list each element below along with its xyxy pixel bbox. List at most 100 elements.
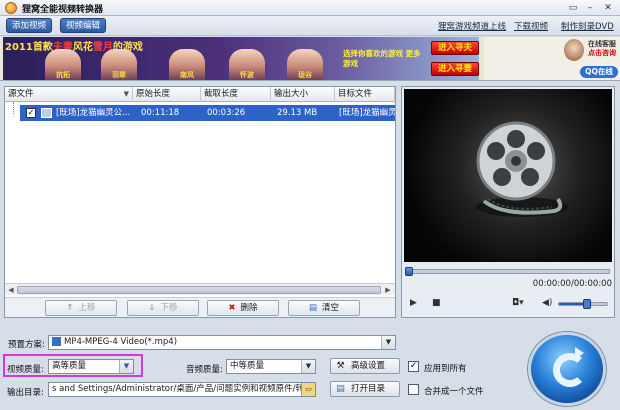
camera-snapshot-icon[interactable]: ◘▾: [512, 298, 524, 308]
column-output-size[interactable]: 输出大小: [271, 87, 335, 102]
output-dir-value: s and Settings/Administrator/桌面/产品/问题实例和…: [52, 384, 313, 394]
output-dir-label: 输出目录:: [7, 388, 44, 398]
game-ad[interactable]: 2011首款夫妻风花雪月的游戏 抗拓 羽翠 南风 怀波 珑谷 选择你喜欢的游戏 …: [3, 37, 479, 80]
file-list-panel: 源文件 ▼ 原始长度 截取长度 输出大小 目标文件 ✓ [既场]龙猫幽灵公... …: [4, 86, 396, 318]
open-folder-icon: ▤: [336, 384, 345, 394]
advanced-settings-label: 高级设置: [351, 361, 386, 371]
arrow-up-icon: ↑: [66, 303, 74, 313]
tools-icon: ⚒: [336, 361, 345, 371]
edit-video-button[interactable]: 视频编辑: [60, 18, 107, 33]
volume-handle[interactable]: [582, 299, 591, 309]
chevron-down-icon[interactable]: ▼: [381, 336, 395, 349]
video-file-icon: [41, 108, 52, 118]
scroll-left-icon[interactable]: ◀: [6, 285, 16, 295]
advanced-settings-button[interactable]: ⚒ 高级设置: [330, 358, 400, 374]
cell-original-length: 00:11:18: [141, 108, 180, 118]
column-cut-length[interactable]: 截取长度: [201, 87, 271, 102]
sort-arrow-icon: ▼: [123, 90, 129, 98]
delete-label: 删除: [240, 303, 258, 313]
volume-slider[interactable]: [558, 299, 608, 309]
video-quality-value: 高等质量: [52, 361, 87, 371]
table-row[interactable]: ✓ [既场]龙猫幽灵公... 00:11:18 00:03:26 29.13 M…: [20, 105, 395, 121]
close-button[interactable]: ✕: [601, 2, 615, 14]
character-portrait[interactable]: 怀波: [229, 49, 265, 80]
video-format-icon: [52, 337, 61, 346]
chevron-down-icon[interactable]: ▼: [301, 360, 315, 373]
apply-all-label: 应用到所有: [424, 364, 467, 374]
video-quality-label: 视频质量:: [7, 365, 44, 375]
seek-handle[interactable]: [405, 267, 413, 276]
audio-quality-select[interactable]: 中等质量 ▼: [226, 359, 316, 374]
list-button-bar: ↑ 上移 ↓ 下移 ✖ 删除 ▤ 清空: [5, 297, 395, 317]
film-reel-icon: [476, 121, 568, 217]
delete-button[interactable]: ✖ 删除: [207, 300, 279, 316]
move-down-button[interactable]: ↓ 下移: [127, 300, 199, 316]
app-window: 狸窝全能视频转换器 ▭ – ✕ 添加视频 视频编辑 狸窝游戏频道上线 下载视频 …: [0, 0, 620, 410]
folder-icon[interactable]: ▭: [301, 383, 315, 396]
character-portrait[interactable]: 南风: [169, 49, 205, 80]
cell-target: [既场]龙猫幽灵: [339, 108, 395, 118]
clear-button[interactable]: ▤ 清空: [288, 300, 360, 316]
ad-banner: 2011首款夫妻风花雪月的游戏 抗拓 羽翠 南风 怀波 珑谷 选择你喜欢的游戏 …: [0, 37, 620, 81]
move-down-label: 下移: [160, 303, 178, 313]
online-support-panel[interactable]: 在线客服 点击咨询 QQ在线: [484, 37, 620, 80]
audio-quality-label: 音频质量:: [186, 365, 223, 375]
clear-label: 清空: [322, 303, 340, 313]
title-bar: 狸窝全能视频转换器 ▭ – ✕: [0, 0, 620, 16]
chevron-down-icon[interactable]: ▼: [119, 360, 133, 373]
window-title: 狸窝全能视频转换器: [22, 5, 104, 15]
enter-find-wife-button[interactable]: 进入寻妻: [431, 62, 479, 76]
character-name: 怀波: [240, 71, 254, 79]
delete-x-icon: ✖: [228, 303, 236, 313]
output-dir-field[interactable]: s and Settings/Administrator/桌面/产品/问题实例和…: [48, 382, 316, 397]
move-up-label: 上移: [78, 303, 96, 313]
qq-online-button[interactable]: QQ在线: [580, 66, 618, 78]
minimize-button[interactable]: –: [583, 2, 597, 14]
cell-output-size: 29.13 MB: [277, 108, 318, 118]
seek-bar[interactable]: [405, 267, 610, 276]
support-consult[interactable]: 点击咨询: [584, 49, 620, 58]
move-up-button[interactable]: ↑ 上移: [45, 300, 117, 316]
character-portrait[interactable]: 珑谷: [287, 49, 323, 80]
scroll-right-icon[interactable]: ▶: [383, 285, 393, 295]
stop-icon[interactable]: ■: [432, 298, 441, 308]
column-original-length[interactable]: 原始长度: [133, 87, 201, 102]
time-display: 00:00:00/00:00:00: [532, 279, 612, 289]
merge-checkbox[interactable]: [408, 384, 419, 395]
game-channel-link[interactable]: 狸窝游戏频道上线: [438, 20, 506, 32]
file-list-header: 源文件 ▼ 原始长度 截取长度 输出大小 目标文件: [5, 87, 395, 102]
column-source-label: 源文件: [8, 89, 34, 99]
video-quality-select[interactable]: 高等质量 ▼: [48, 359, 134, 374]
ad-promo-text: 选择你喜欢的游戏 更多游戏: [343, 49, 421, 68]
arrow-tip-icon: [575, 347, 584, 359]
open-dir-button[interactable]: ▤ 打开目录: [330, 381, 400, 397]
burn-dvd-link[interactable]: 制作刻录DVD: [561, 20, 614, 32]
toolbar: 添加视频 视频编辑 狸窝游戏频道上线 下载视频 制作刻录DVD: [0, 16, 620, 36]
restore-button[interactable]: ▭: [566, 2, 580, 14]
volume-icon[interactable]: ◀): [542, 298, 552, 308]
horizontal-scrollbar[interactable]: ◀ ▶: [5, 283, 395, 295]
settings-area: 预置方案: MP4-MPEG-4 Video(*.mp4) ▼ 视频质量: 高等…: [0, 322, 620, 410]
open-dir-label: 打开目录: [351, 384, 386, 394]
preview-panel: 00:00:00/00:00:00 ▶ ■ ◘▾ ◀): [401, 86, 615, 318]
cell-source: [既场]龙猫幽灵公...: [56, 108, 131, 118]
download-video-link[interactable]: 下载视频: [514, 20, 548, 32]
column-target[interactable]: 目标文件: [335, 87, 395, 102]
preset-value: MP4-MPEG-4 Video(*.mp4): [64, 337, 178, 347]
preset-label: 预置方案:: [8, 340, 45, 350]
add-video-button[interactable]: 添加视频: [6, 18, 53, 33]
scrollbar-thumb[interactable]: [17, 286, 381, 294]
support-title: 在线客服: [588, 40, 616, 48]
character-portrait[interactable]: 抗拓: [45, 49, 81, 80]
enter-find-husband-button[interactable]: 进入寻夫: [431, 41, 479, 55]
apply-all-checkbox[interactable]: ✓: [408, 361, 419, 372]
character-portrait[interactable]: 羽翠: [101, 49, 137, 80]
row-checkbox[interactable]: ✓: [26, 108, 36, 118]
column-source[interactable]: 源文件 ▼: [5, 87, 133, 102]
convert-button[interactable]: [528, 332, 606, 406]
preset-select[interactable]: MP4-MPEG-4 Video(*.mp4) ▼: [48, 335, 396, 350]
arrow-down-icon: ↓: [148, 303, 156, 313]
character-name: 羽翠: [112, 71, 126, 79]
play-icon[interactable]: ▶: [410, 298, 417, 308]
character-name: 抗拓: [56, 71, 70, 79]
